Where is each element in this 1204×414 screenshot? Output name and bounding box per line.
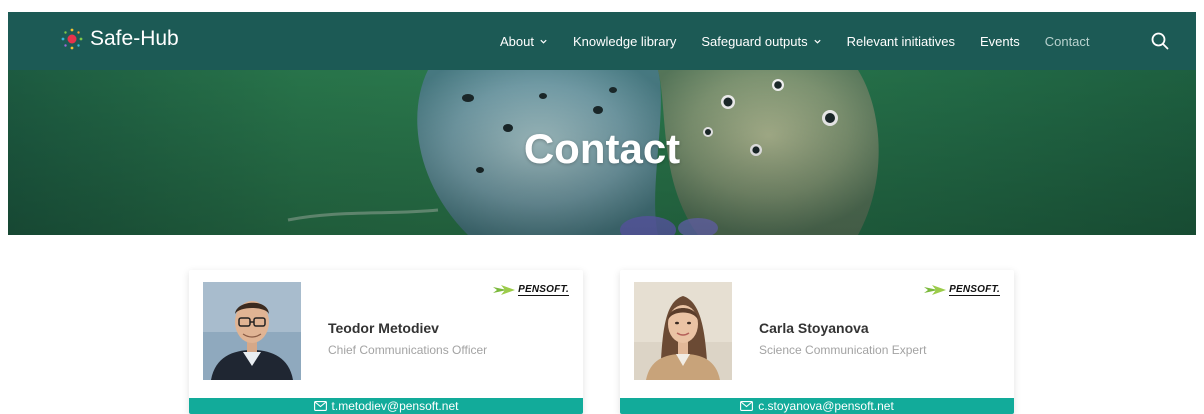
hero-banner: Contact (8, 70, 1196, 235)
main-menu: About Knowledge library Safeguard output… (500, 12, 1115, 70)
contact-name: Carla Stoyanova (759, 320, 869, 336)
nav-item-relevant-initiatives[interactable]: Relevant initiatives (847, 34, 955, 49)
email-address: c.stoyanova@pensoft.net (758, 399, 894, 413)
page-title: Contact (523, 125, 681, 172)
pensoft-logo[interactable]: PENSOFT. (924, 284, 1000, 296)
contact-role: Chief Communications Officer (328, 343, 488, 357)
nav-item-label: Events (979, 33, 1020, 49)
nav-item-contact[interactable]: Contact (1045, 34, 1090, 49)
chevron-down-icon (813, 39, 821, 44)
contact-name: Teodor Metodiev (328, 320, 439, 336)
top-navigation: Safe-Hub About Knowledge library Safegua… (8, 12, 1196, 70)
pensoft-bird-icon (493, 285, 516, 295)
chevron-down-icon (540, 39, 547, 44)
nav-item-knowledge-library[interactable]: Knowledge library (573, 34, 676, 49)
envelope-icon (313, 401, 327, 411)
search-button[interactable] (1150, 31, 1170, 51)
email-link[interactable]: c.stoyanova@pensoft.net (620, 398, 1014, 414)
nav-item-safeguard-outputs[interactable]: Safeguard outputs (701, 34, 821, 49)
brand-logo[interactable]: Safe-Hub (60, 27, 179, 51)
nav-item-label: Relevant initiatives (846, 33, 955, 49)
nav-item-label: Safeguard outputs (701, 33, 808, 49)
pensoft-logo-text: PENSOFT. (949, 284, 1000, 296)
nav-item-label: Contact (1044, 33, 1090, 49)
search-icon (1151, 32, 1169, 50)
pensoft-bird-icon (924, 285, 947, 295)
contact-card: PENSOFT. Teodor Metodiev Chief Communica… (189, 270, 583, 414)
nav-item-events[interactable]: Events (980, 34, 1020, 49)
brand-name: Safe-Hub (90, 27, 179, 50)
nav-item-about[interactable]: About (500, 34, 548, 49)
nav-item-label: Knowledge library (572, 33, 677, 49)
nav-item-label: About (500, 33, 534, 49)
email-address: t.metodiev@pensoft.net (331, 399, 459, 413)
contact-card: PENSOFT. Carla Stoyanova Science Communi… (620, 270, 1014, 414)
envelope-icon (740, 401, 754, 411)
pensoft-logo[interactable]: PENSOFT. (493, 284, 569, 296)
avatar (203, 282, 301, 380)
page-frame: Safe-Hub About Knowledge library Safegua… (8, 12, 1196, 414)
email-link[interactable]: t.metodiev@pensoft.net (189, 398, 583, 414)
contact-role: Science Communication Expert (759, 343, 927, 357)
safe-hub-logo-icon (60, 27, 84, 51)
avatar (634, 282, 732, 380)
pensoft-logo-text: PENSOFT. (518, 284, 569, 296)
